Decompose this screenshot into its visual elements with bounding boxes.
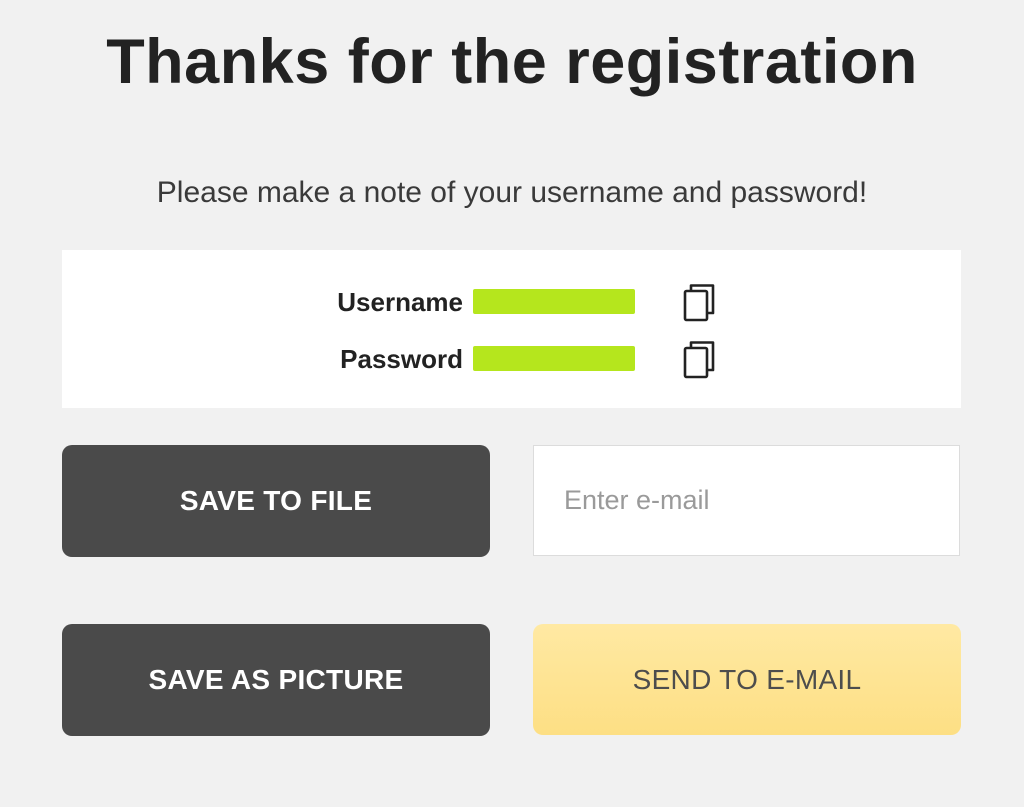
password-value-redacted: [473, 346, 635, 371]
credentials-panel: Username Password: [62, 250, 961, 408]
copy-icon: [683, 341, 715, 379]
username-value-redacted: [473, 289, 635, 314]
username-label: Username: [337, 287, 463, 317]
copy-icon: [683, 284, 715, 322]
password-row: Password: [62, 340, 961, 380]
save-to-file-button[interactable]: SAVE TO FILE: [62, 445, 490, 557]
email-input[interactable]: [533, 445, 960, 556]
page-subtitle: Please make a note of your username and …: [156, 176, 868, 209]
page-title: Thanks for the registration: [106, 27, 918, 97]
send-to-email-button[interactable]: SEND TO E-MAIL: [533, 624, 961, 735]
password-label: Password: [340, 344, 463, 374]
username-row: Username: [62, 283, 961, 323]
save-as-picture-button[interactable]: SAVE AS PICTURE: [62, 624, 490, 736]
copy-username-icon[interactable]: [682, 283, 718, 323]
copy-password-icon[interactable]: [682, 340, 718, 380]
